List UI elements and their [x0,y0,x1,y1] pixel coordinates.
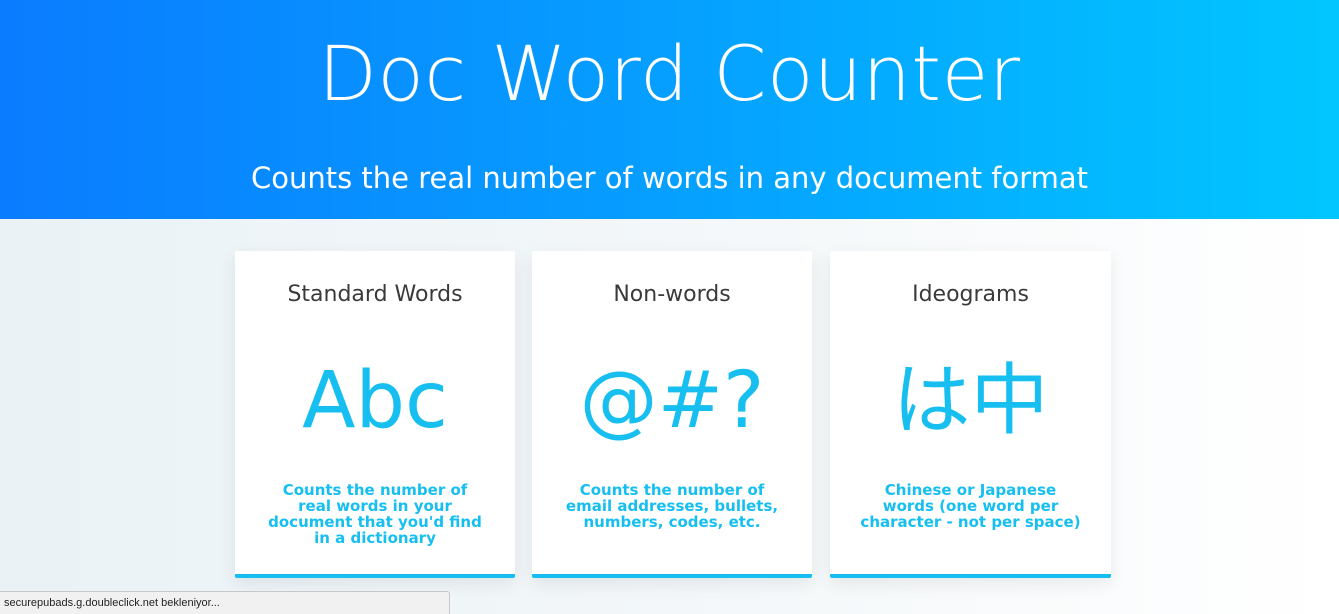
card-title: Standard Words [287,282,463,307]
feature-card-standard-words: Standard Words Abc Counts the number of … [235,251,515,578]
card-description: Counts the number of email addresses, bu… [565,481,779,531]
card-glyph-symbols: @#? [579,356,765,446]
card-title: Ideograms [912,282,1029,307]
page-title: Doc Word Counter [318,29,1021,118]
feature-card-ideograms: Ideograms は中 Chinese or Japanese words (… [830,251,1111,578]
card-glyph-abc: Abc [302,356,448,446]
hero-banner: Doc Word Counter Counts the real number … [0,0,1339,219]
card-description: Chinese or Japanese words (one word per … [860,481,1081,531]
browser-status-bar: securepubads.g.doubleclick.net bekleniyo… [0,591,450,614]
page-subtitle: Counts the real number of words in any d… [250,161,1089,195]
card-glyph-ideograms: は中 [892,356,1049,446]
card-description: Counts the number of real words in your … [268,481,482,547]
feature-card-non-words: Non-words @#? Counts the number of email… [532,251,812,578]
card-title: Non-words [613,282,731,307]
